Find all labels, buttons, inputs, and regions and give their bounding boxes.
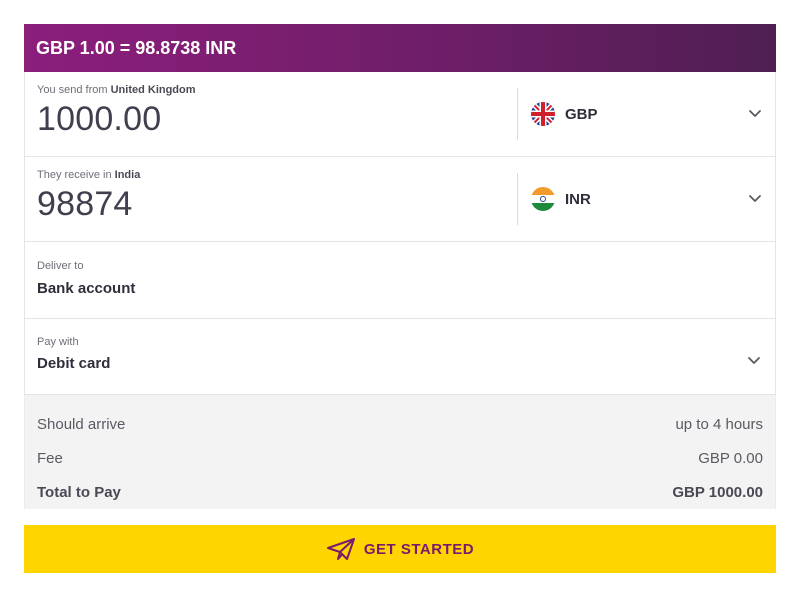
uk-flag-icon	[531, 102, 555, 126]
get-started-label: GET STARTED	[363, 540, 475, 558]
send-amount-input[interactable]: 1000.00	[37, 100, 161, 139]
receive-label-prefix: They receive in	[37, 169, 112, 181]
send-label-prefix: You send from	[37, 84, 108, 96]
receive-currency-select[interactable]: INR	[517, 173, 776, 225]
receive-amount-input[interactable]: 98874	[37, 185, 133, 224]
receive-amount-row: They receive in India 98874 INR	[24, 157, 776, 242]
get-started-button[interactable]: GET STARTED	[24, 525, 776, 573]
send-country: United Kingdom	[110, 84, 196, 96]
fee-label: Fee	[37, 449, 63, 467]
deliver-label: Deliver to	[37, 260, 84, 272]
total-line: Total to Pay GBP 1000.00	[37, 475, 763, 509]
pay-label: Pay with	[37, 336, 79, 348]
send-currency-code: GBP	[565, 105, 598, 123]
arrival-label: Should arrive	[37, 415, 126, 433]
send-label: You send from United Kingdom	[37, 84, 196, 96]
send-currency-select[interactable]: GBP	[517, 88, 776, 140]
chevron-down-icon	[748, 357, 760, 364]
receive-currency-code: INR	[565, 190, 591, 208]
receive-country: India	[114, 169, 141, 181]
receive-label: They receive in India	[37, 169, 140, 181]
fee-line: Fee GBP 0.00	[37, 441, 763, 475]
money-transfer-calculator: GBP 1.00 = 98.8738 INR You send from Uni…	[24, 24, 776, 573]
total-label: Total to Pay	[37, 483, 121, 501]
total-value: GBP 1000.00	[672, 483, 763, 501]
deliver-to-field[interactable]: Deliver to Bank account	[24, 242, 776, 319]
send-amount-row: You send from United Kingdom 1000.00 GBP	[24, 72, 776, 157]
deliver-value: Bank account	[37, 280, 136, 297]
chevron-down-icon	[749, 195, 761, 202]
paper-plane-icon	[326, 538, 355, 560]
payment-summary: Should arrive up to 4 hours Fee GBP 0.00…	[24, 395, 776, 509]
arrival-line: Should arrive up to 4 hours	[37, 395, 763, 441]
pay-with-select[interactable]: Pay with Debit card	[24, 319, 776, 395]
exchange-rate-text: GBP 1.00 = 98.8738 INR	[36, 37, 237, 58]
arrival-value: up to 4 hours	[675, 415, 763, 433]
india-flag-icon	[531, 187, 555, 211]
fee-value: GBP 0.00	[698, 449, 763, 467]
pay-value: Debit card	[37, 355, 111, 372]
chevron-down-icon	[749, 110, 761, 117]
exchange-rate-banner: GBP 1.00 = 98.8738 INR	[24, 24, 776, 72]
